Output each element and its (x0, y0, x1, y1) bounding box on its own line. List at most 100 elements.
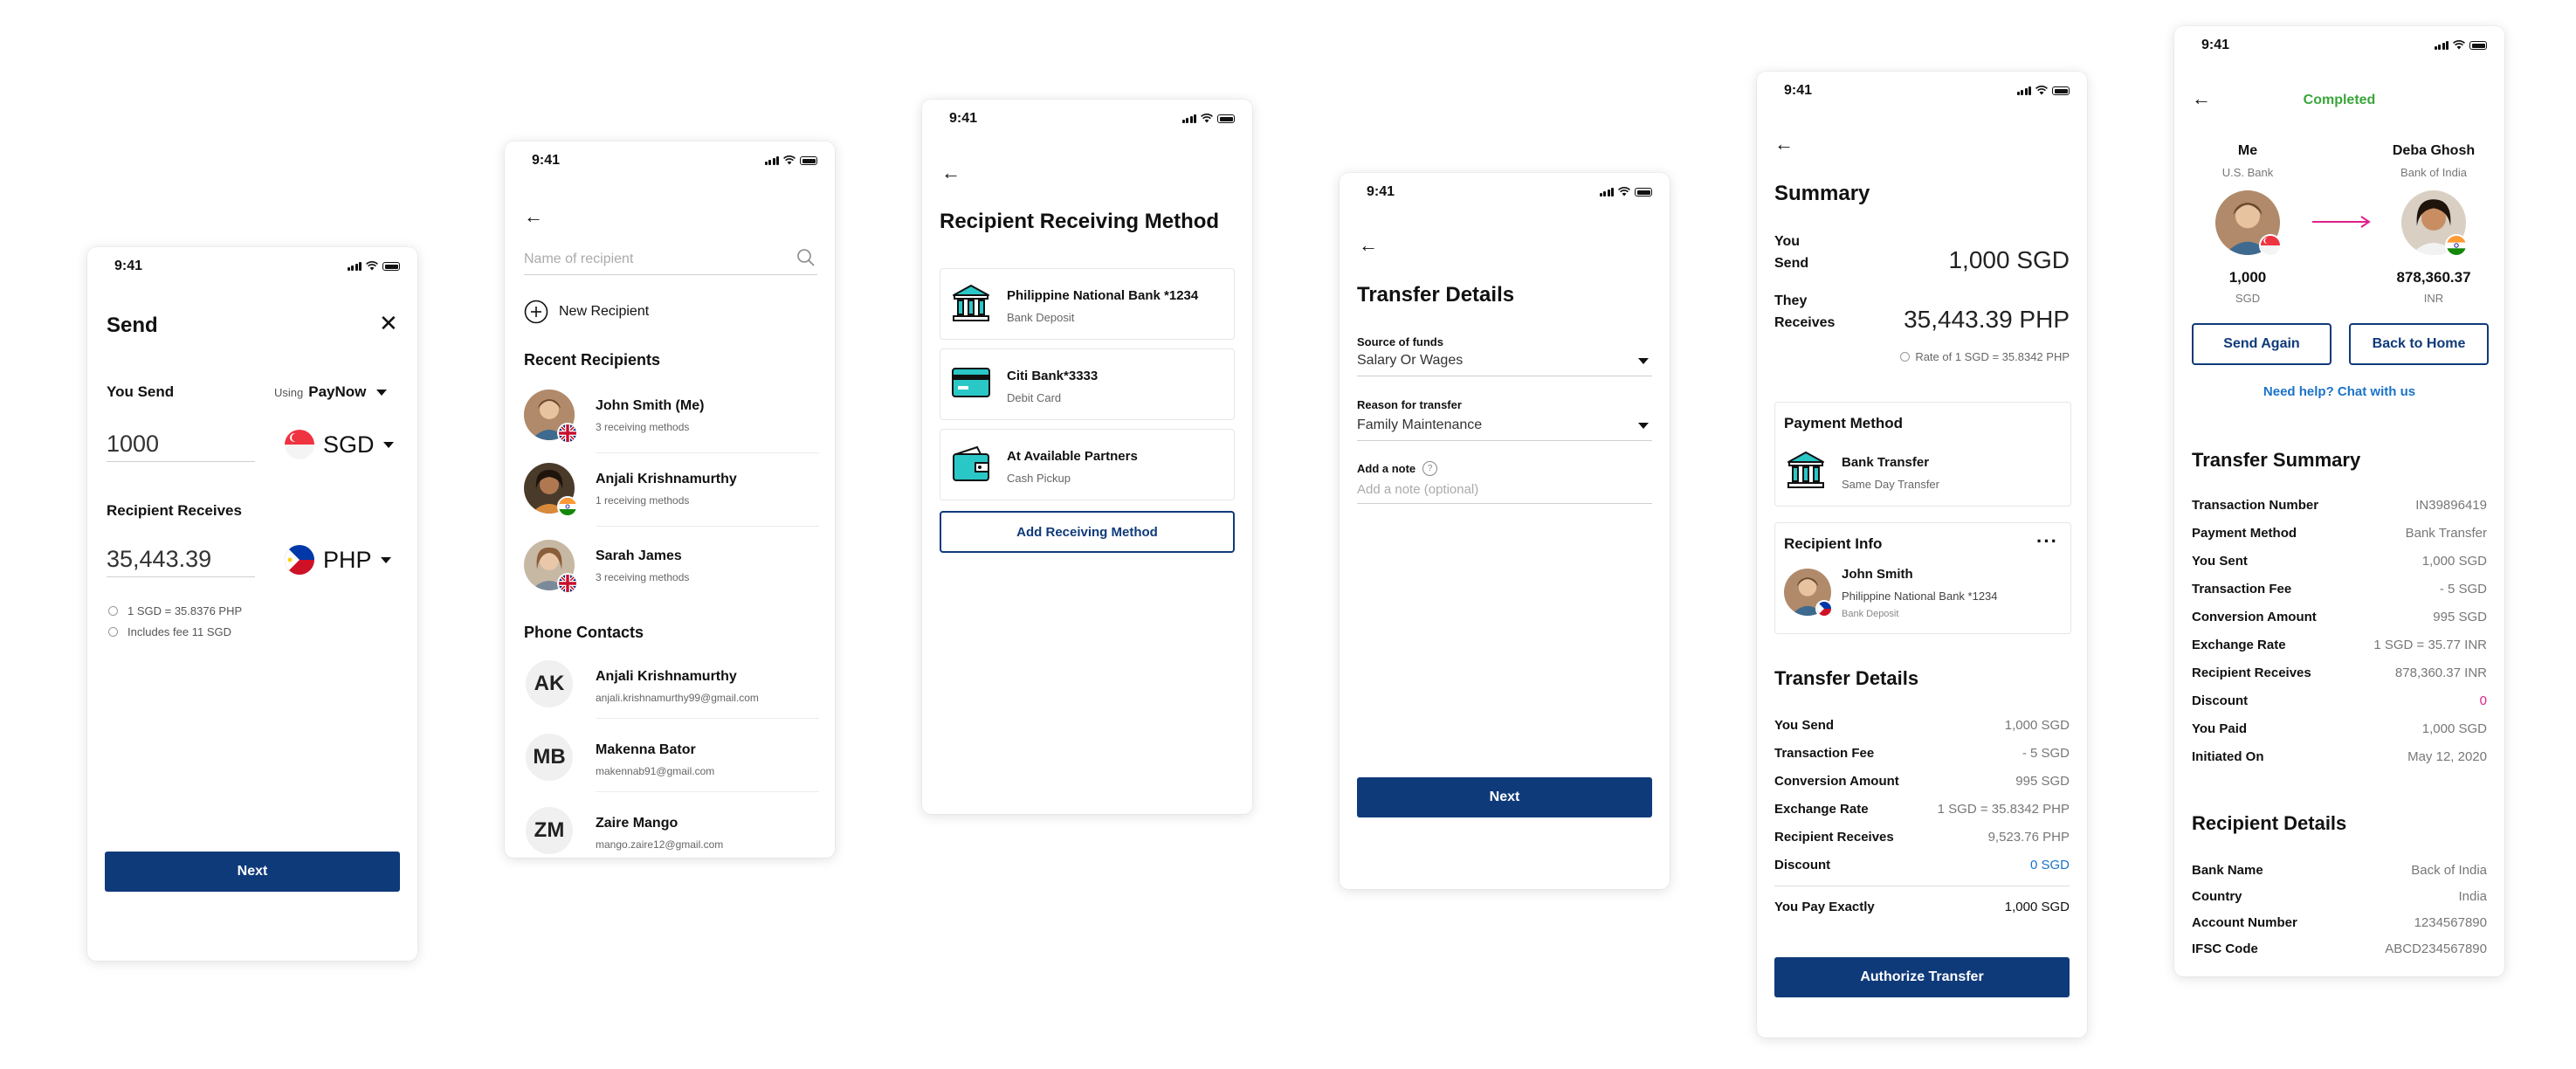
receiver-name: Deba Ghosh (2392, 143, 2476, 158)
source-value: Salary Or Wages (1357, 353, 1464, 368)
wifi-icon (1201, 114, 1213, 123)
you-send-label-1: You (1774, 234, 1801, 249)
new-recipient-label: New Recipient (559, 304, 650, 319)
payment-source-selector[interactable]: Using PayNow (274, 383, 388, 401)
recipient-screen: 9:41 ← Name of recipient New Recipient R… (505, 141, 835, 858)
uk-flag-icon (557, 573, 578, 594)
help-icon[interactable]: ? (1422, 461, 1438, 476)
back-arrow-icon[interactable]: ← (941, 163, 961, 183)
new-recipient-button[interactable]: New Recipient (524, 300, 649, 324)
authorize-transfer-button[interactable]: Authorize Transfer (1774, 957, 2070, 997)
method-card-bank[interactable]: Philippine National Bank *1234 Bank Depo… (940, 268, 1235, 340)
method-card-cash[interactable]: At Available Partners Cash Pickup (940, 429, 1235, 500)
back-arrow-icon[interactable]: ← (1359, 236, 1378, 255)
signal-icon (347, 262, 362, 271)
page-title: Transfer Details (1357, 283, 1515, 307)
receive-amount-input[interactable]: 35,443.39 (107, 546, 211, 573)
row-divider (596, 718, 819, 719)
receive-currency-selector[interactable]: PHP (285, 545, 391, 575)
status-bar: 9:41 (87, 247, 417, 282)
recipient-bank: Philippine National Bank *1234 (1842, 590, 1998, 603)
contact-row[interactable]: AK Anjali Krishnamurthy anjali.krishnamu… (505, 660, 835, 711)
contact-row[interactable]: MB Makenna Bator makennab91@gmail.com (505, 734, 835, 784)
method-card-debit[interactable]: Citi Bank*3333 Debit Card (940, 348, 1235, 420)
card-icon (952, 368, 990, 397)
back-to-home-button[interactable]: Back to Home (2349, 323, 2489, 365)
receive-amount-underline (107, 576, 255, 577)
send-currency-selector[interactable]: SGD (285, 430, 394, 459)
send-again-button[interactable]: Send Again (2192, 323, 2331, 365)
rate-note: 1 SGD = 35.8376 PHP (127, 604, 243, 617)
method-sub: Cash Pickup (1007, 472, 1071, 485)
search-input[interactable]: Name of recipient (524, 252, 633, 267)
more-options-icon[interactable]: ··· (2036, 530, 2058, 553)
sender-bank: U.S. Bank (2221, 166, 2274, 179)
search-underline (524, 274, 817, 275)
back-arrow-icon[interactable]: ← (524, 207, 543, 226)
wifi-icon (1618, 187, 1630, 197)
discount-value: 0 SGD (2029, 858, 2070, 872)
transfer-details-heading: Transfer Details (1774, 667, 1919, 689)
status-time: 9:41 (2201, 38, 2230, 52)
recipient-row[interactable]: Anjali Krishnamurthy 1 receiving methods (505, 463, 835, 517)
back-arrow-icon[interactable]: ← (1774, 134, 1794, 154)
battery-icon (1635, 188, 1652, 197)
status-time: 9:41 (532, 153, 561, 168)
send-amount-underline (107, 461, 255, 462)
row-value: 995 SGD (2015, 774, 2070, 789)
rate-row: Rate of 1 SGD = 35.8342 PHP (1900, 350, 2070, 363)
recipient-info-card: Recipient Info ··· John Smith Philippine… (1774, 522, 2071, 634)
you-send-value: 1,000 SGD (1948, 246, 2070, 273)
help-chat-link[interactable]: Need help? Chat with us (2174, 384, 2504, 399)
payment-method-card: Payment Method Bank Transfer Same Day Tr… (1774, 402, 2071, 507)
contact-email: anjali.krishnamurthy99@gmail.com (596, 692, 759, 704)
method-name: Citi Bank*3333 (1007, 369, 1099, 383)
total-label: You Pay Exactly (1774, 900, 1875, 914)
row-value: 1234567890 (2414, 915, 2487, 930)
chevron-down-icon (1638, 358, 1649, 364)
chevron-down-icon (376, 389, 388, 396)
next-button[interactable]: Next (105, 852, 400, 892)
signal-icon (2016, 86, 2031, 95)
send-amount-input[interactable]: 1000 (107, 431, 159, 458)
add-receiving-method-button[interactable]: Add Receiving Method (940, 511, 1235, 553)
row-label: You Send (1774, 718, 1835, 733)
source-select[interactable]: Salary Or Wages (1357, 353, 1652, 372)
recipient-name: John Smith (1842, 567, 1913, 582)
singapore-flag-icon (285, 430, 314, 459)
reason-label: Reason for transfer (1357, 398, 1462, 411)
status-time: 9:41 (949, 111, 978, 126)
receiving-method-screen: 9:41 ← Recipient Receiving Method Philip… (922, 100, 1252, 814)
row-value: 1 SGD = 35.77 INR (2373, 638, 2487, 652)
row-value: ABCD234567890 (2385, 941, 2487, 956)
note-input[interactable]: Add a note (optional) (1357, 482, 1478, 497)
status-icons (2434, 39, 2487, 50)
recipient-name: Anjali Krishnamurthy (596, 472, 737, 486)
search-icon[interactable] (796, 248, 816, 267)
bank-icon (953, 285, 989, 321)
row-divider (596, 791, 819, 792)
row-value: 1,000 SGD (2421, 554, 2487, 569)
row-label: IFSC Code (2192, 941, 2258, 956)
recipient-row[interactable]: Sarah James 3 receiving methods (505, 540, 835, 594)
contact-email: mango.zaire12@gmail.com (596, 838, 724, 851)
bank-icon (1787, 452, 1824, 488)
recipient-row[interactable]: John Smith (Me) 3 receiving methods (505, 390, 835, 444)
next-button[interactable]: Next (1357, 777, 1652, 817)
close-icon[interactable]: ✕ (379, 312, 398, 334)
signal-icon (764, 156, 779, 165)
send-currency: SGD (323, 431, 375, 458)
battery-icon (382, 262, 400, 271)
contact-row[interactable]: ZM Zaire Mango mango.zaire12@gmail.com (505, 807, 835, 858)
row-label: Exchange Rate (2192, 638, 2286, 652)
status-bar: 9:41 (505, 141, 835, 176)
recipient-heading: Recipient Info (1784, 535, 1883, 552)
rate-info-icon (108, 606, 118, 616)
sender-amount: 1,000 (2228, 269, 2267, 286)
india-flag-icon (557, 496, 578, 517)
philippines-flag-icon (285, 545, 314, 575)
arrow-right-icon (2312, 216, 2371, 228)
wifi-icon (2035, 86, 2048, 95)
send-screen: 9:41 Send ✕ You Send Using PayNow 1000 S… (87, 247, 417, 961)
reason-select[interactable]: Family Maintenance (1357, 417, 1652, 437)
